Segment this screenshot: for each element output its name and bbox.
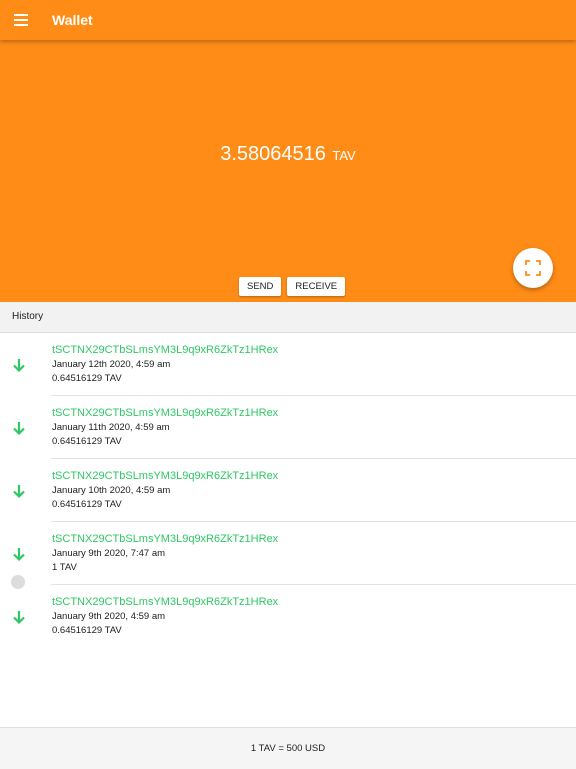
incoming-arrow-icon xyxy=(13,422,25,436)
transaction-date: January 12th 2020, 4:59 am xyxy=(52,359,171,370)
transaction-date: January 11th 2020, 4:59 am xyxy=(52,422,170,433)
transaction-address[interactable]: tSCTNX29CTbSLmsYM3L9q9xR6ZkTz1HRex xyxy=(52,470,278,482)
send-button[interactable]: SEND xyxy=(239,277,282,296)
exchange-rate-bar: 1 TAV = 500 USD xyxy=(0,727,576,769)
transaction-date: January 10th 2020, 4:59 am xyxy=(52,485,171,496)
transaction-date: January 9th 2020, 7:47 am xyxy=(52,548,166,559)
transaction-address[interactable]: tSCTNX29CTbSLmsYM3L9q9xR6ZkTz1HRex xyxy=(52,596,278,608)
transaction-amount: 0.64516129 TAV xyxy=(52,373,122,384)
menu-icon[interactable] xyxy=(14,0,36,40)
scan-icon xyxy=(525,260,541,276)
transaction-address[interactable]: tSCTNX29CTbSLmsYM3L9q9xR6ZkTz1HRex xyxy=(52,533,278,545)
balance-panel: 3.58064516 TAV SEND RECEIVE xyxy=(0,40,576,302)
history-item[interactable]: tSCTNX29CTbSLmsYM3L9q9xR6ZkTz1HRex Janua… xyxy=(13,522,576,585)
history-item[interactable]: tSCTNX29CTbSLmsYM3L9q9xR6ZkTz1HRex Janua… xyxy=(13,585,576,647)
action-buttons: SEND RECEIVE xyxy=(239,277,346,296)
transaction-amount: 1 TAV xyxy=(52,562,77,573)
incoming-arrow-icon xyxy=(13,485,25,499)
receive-button[interactable]: RECEIVE xyxy=(287,277,346,296)
pending-indicator xyxy=(11,575,25,589)
incoming-arrow-icon xyxy=(13,548,25,562)
balance-amount: 3.58064516 xyxy=(220,143,326,165)
app-title: Wallet xyxy=(52,12,93,28)
transaction-amount: 0.64516129 TAV xyxy=(52,625,122,636)
history-list: tSCTNX29CTbSLmsYM3L9q9xR6ZkTz1HRex Janua… xyxy=(0,333,576,647)
app-bar: Wallet xyxy=(0,0,576,40)
balance-unit: TAV xyxy=(332,148,356,163)
balance-display: 3.58064516 TAV xyxy=(0,143,576,166)
scan-button[interactable] xyxy=(513,248,553,288)
history-item[interactable]: tSCTNX29CTbSLmsYM3L9q9xR6ZkTz1HRex Janua… xyxy=(13,396,576,459)
history-item[interactable]: tSCTNX29CTbSLmsYM3L9q9xR6ZkTz1HRex Janua… xyxy=(13,333,576,396)
incoming-arrow-icon xyxy=(13,359,25,373)
transaction-address[interactable]: tSCTNX29CTbSLmsYM3L9q9xR6ZkTz1HRex xyxy=(52,407,278,419)
history-header: History xyxy=(0,302,576,333)
transaction-address[interactable]: tSCTNX29CTbSLmsYM3L9q9xR6ZkTz1HRex xyxy=(52,344,278,356)
history-item[interactable]: tSCTNX29CTbSLmsYM3L9q9xR6ZkTz1HRex Janua… xyxy=(13,459,576,522)
transaction-amount: 0.64516129 TAV xyxy=(52,499,122,510)
transaction-amount: 0.64516129 TAV xyxy=(52,436,122,447)
transaction-date: January 9th 2020, 4:59 am xyxy=(52,611,166,622)
incoming-arrow-icon xyxy=(13,611,25,625)
